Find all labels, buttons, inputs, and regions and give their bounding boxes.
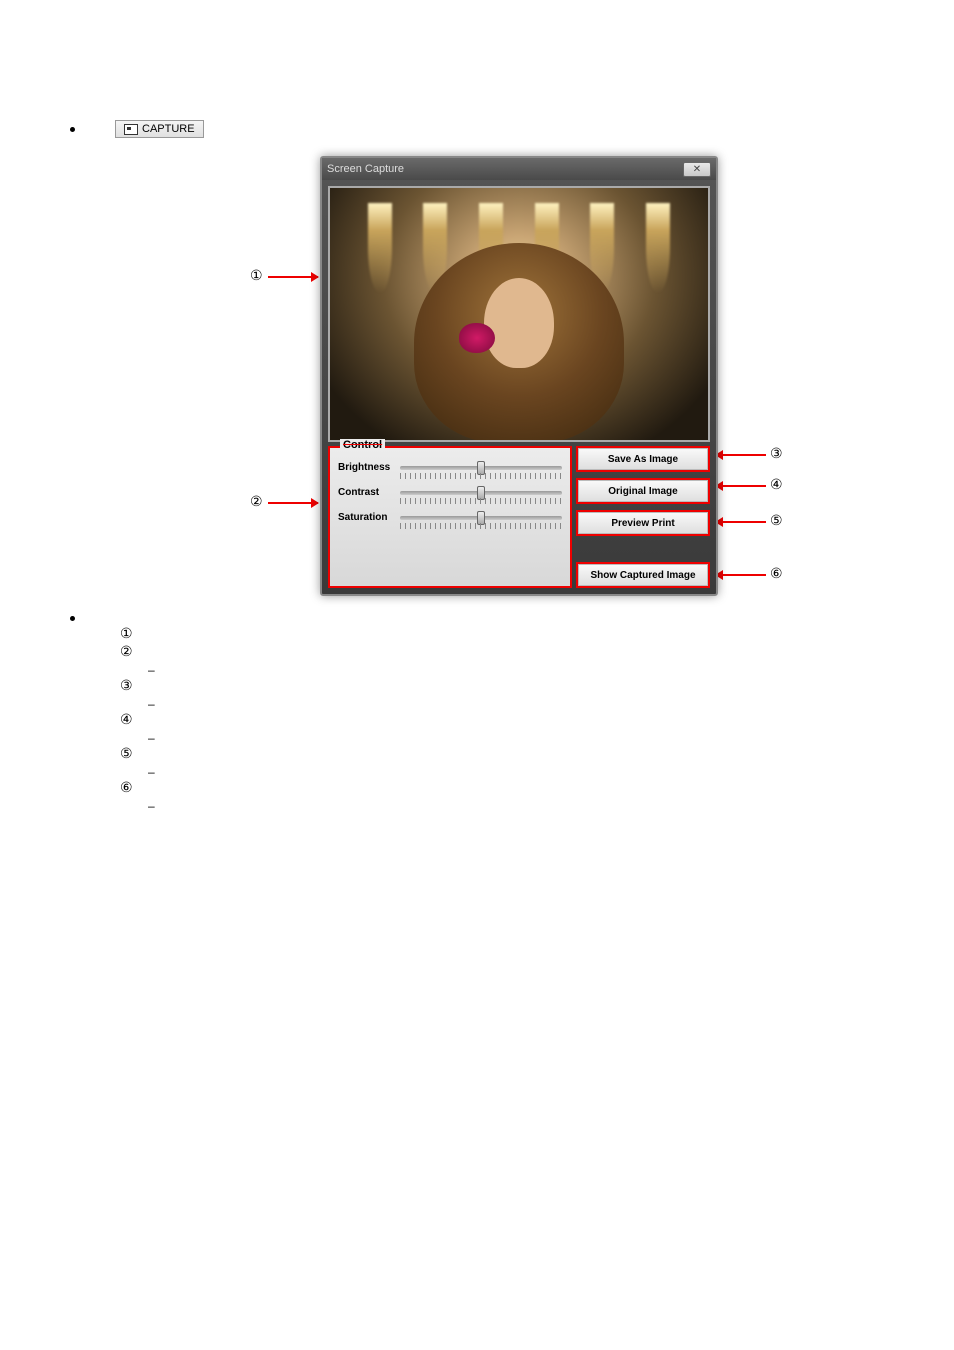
capture-label: CAPTURE <box>142 123 195 135</box>
preview-print-button[interactable]: Preview Print <box>576 510 710 536</box>
arrow-6 <box>716 574 766 576</box>
saturation-label: Saturation <box>338 512 400 523</box>
contrast-row: Contrast <box>338 487 562 498</box>
callout-6: ⑥ <box>770 566 783 583</box>
bullet-icon <box>70 616 75 621</box>
num-5: ⑤ <box>120 746 140 763</box>
saturation-slider[interactable] <box>400 516 562 520</box>
slider-thumb[interactable] <box>477 461 485 475</box>
arrow-4 <box>716 485 766 487</box>
figure: ① ② ③ ④ ⑤ ⑥ Screen Capture ✕ <box>190 156 810 606</box>
num-2: ② <box>120 644 140 661</box>
original-image-button[interactable]: Original Image <box>576 478 710 504</box>
slider-thumb[interactable] <box>477 486 485 500</box>
arrow-5 <box>716 521 766 523</box>
lower-panel: Control Brightness Contrast Saturation <box>328 446 710 588</box>
capture-button[interactable]: CAPTURE <box>115 120 204 138</box>
arrow-3 <box>716 454 766 456</box>
save-as-image-button[interactable]: Save As Image <box>576 446 710 472</box>
page: CAPTURE ① ② ③ ④ ⑤ ⑥ Screen Capture ✕ <box>0 0 954 853</box>
callout-4: ④ <box>770 477 783 494</box>
preview-image <box>328 186 710 442</box>
figure-flower <box>459 323 495 353</box>
titlebar: Screen Capture ✕ <box>322 158 716 180</box>
dash: – <box>148 765 894 779</box>
contrast-slider[interactable] <box>400 491 562 495</box>
brightness-label: Brightness <box>338 462 400 473</box>
callout-1: ① <box>250 268 263 285</box>
capture-icon <box>124 124 138 135</box>
contrast-label: Contrast <box>338 487 400 498</box>
num-3: ③ <box>120 678 140 695</box>
arrow-2 <box>268 502 318 504</box>
slider-thumb[interactable] <box>477 511 485 525</box>
saturation-row: Saturation <box>338 512 562 523</box>
control-legend: Control <box>340 439 385 451</box>
screen-capture-dialog: Screen Capture ✕ Control Brightness <box>320 156 718 596</box>
dash: – <box>148 731 894 745</box>
dash: – <box>148 697 894 711</box>
brightness-slider[interactable] <box>400 466 562 470</box>
dash: – <box>148 799 894 813</box>
line-capture: CAPTURE <box>70 120 894 138</box>
num-4: ④ <box>120 712 140 729</box>
figure-face <box>484 278 554 368</box>
callout-5: ⑤ <box>770 513 783 530</box>
bullet-icon <box>70 127 75 132</box>
button-column: Save As Image Original Image Preview Pri… <box>576 446 710 588</box>
show-captured-image-button[interactable]: Show Captured Image <box>576 562 710 588</box>
control-fieldset: Control Brightness Contrast Saturation <box>328 446 572 588</box>
close-button[interactable]: ✕ <box>683 162 711 177</box>
num-6: ⑥ <box>120 780 140 797</box>
num-1: ① <box>120 626 140 643</box>
dash: – <box>148 663 894 677</box>
description-list: ① ② – ③ – ④ – ⑤ – ⑥ – <box>70 616 894 813</box>
brightness-row: Brightness <box>338 462 562 473</box>
callout-3: ③ <box>770 446 783 463</box>
dialog-title: Screen Capture <box>327 163 404 175</box>
callout-2: ② <box>250 494 263 511</box>
arrow-1 <box>268 276 318 278</box>
